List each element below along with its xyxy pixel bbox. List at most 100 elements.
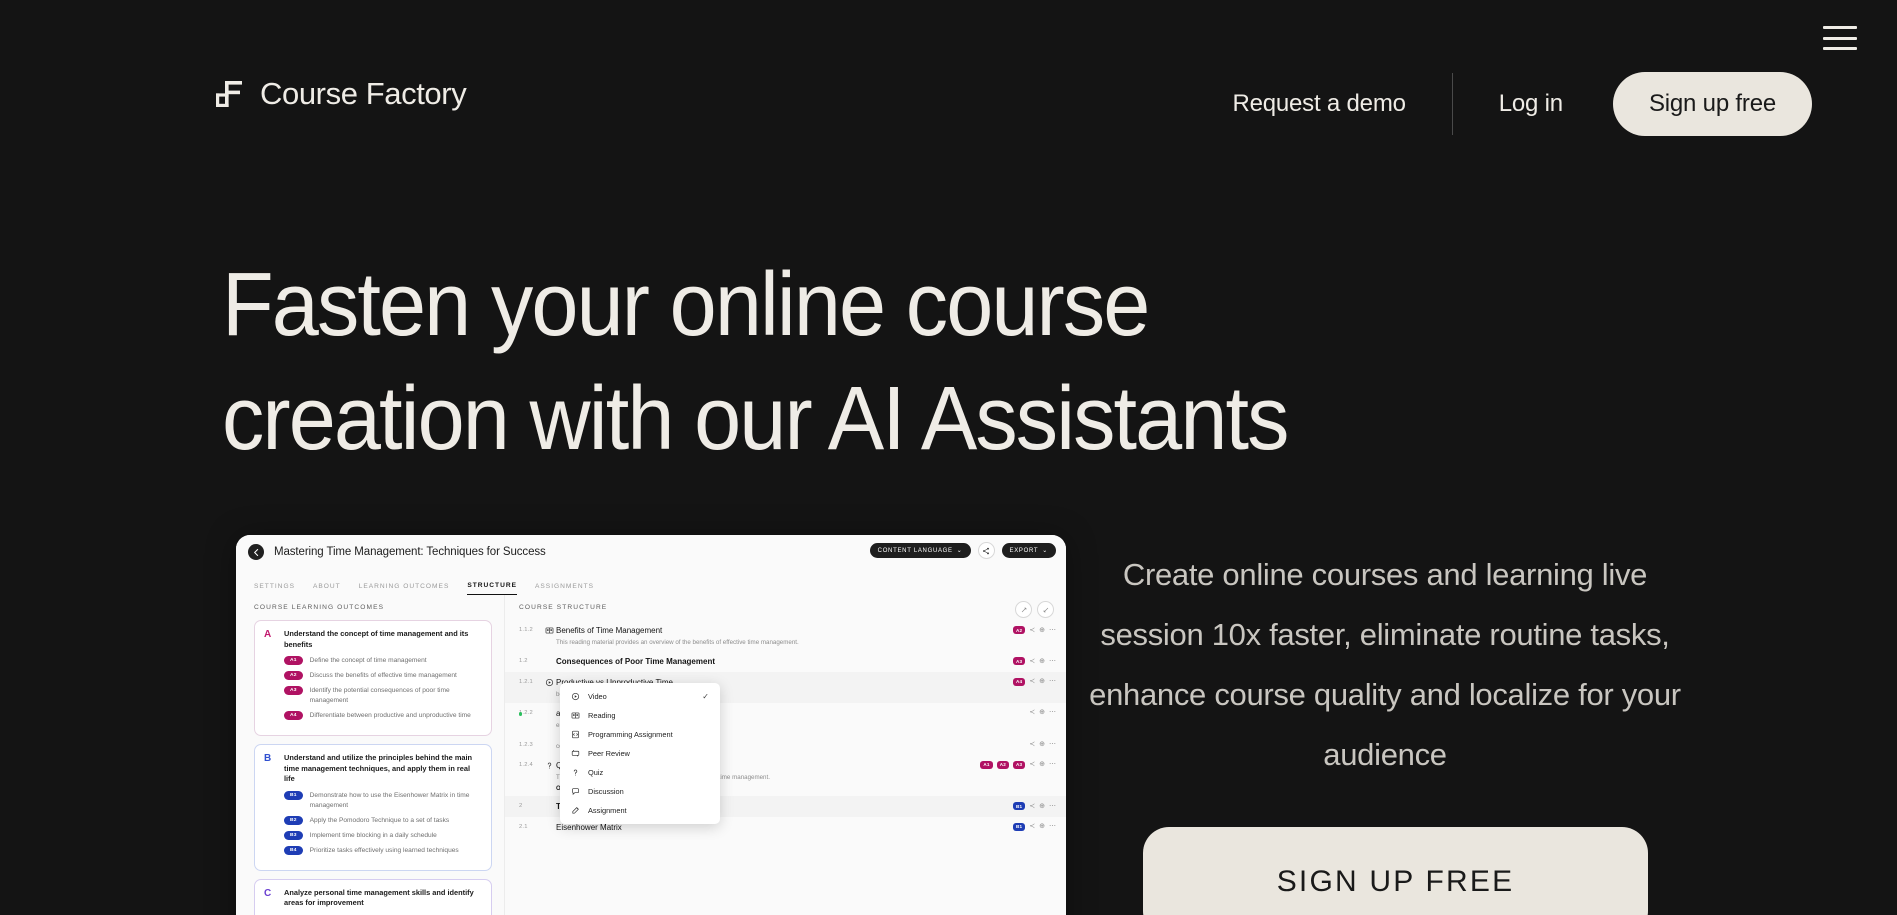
signup-free-button[interactable]: Sign up free bbox=[1612, 72, 1812, 136]
structure-tag: A2 bbox=[996, 760, 1009, 769]
collapse-glyph bbox=[1043, 607, 1048, 612]
structure-main: Consequences of Poor Time Management bbox=[556, 656, 1013, 667]
outcome-sub-item: B1 Demonstrate how to use the Eisenhower … bbox=[284, 791, 482, 811]
mockup-tab-settings[interactable]: SETTINGS bbox=[254, 583, 295, 595]
outcome-badge: A4 bbox=[284, 711, 303, 721]
dropdown-item-discussion[interactable]: Discussion bbox=[560, 782, 720, 801]
outcome-title: Understand and utilize the principles be… bbox=[284, 752, 473, 784]
chevron-down-icon: ⌄ bbox=[1042, 548, 1048, 554]
share-row-icon[interactable]: ≺ bbox=[1029, 658, 1035, 665]
outcome-sub-text: Implement time blocking in a daily sched… bbox=[309, 831, 437, 839]
add-row-icon[interactable]: ⊕ bbox=[1039, 627, 1045, 634]
cta-sign-up-free-button[interactable]: SIGN UP FREE bbox=[1143, 827, 1648, 915]
expand-icon[interactable] bbox=[1015, 601, 1032, 618]
more-row-icon[interactable]: ⋯ bbox=[1049, 761, 1056, 768]
video-icon bbox=[545, 678, 554, 686]
video-icon bbox=[571, 692, 580, 701]
structure-actions: A4 ≺ ⊕ ⋯ bbox=[1012, 677, 1056, 686]
collapse-icon[interactable] bbox=[1037, 601, 1054, 618]
mockup-tab-about[interactable]: ABOUT bbox=[313, 583, 341, 595]
add-row-icon[interactable]: ⊕ bbox=[1039, 803, 1045, 810]
structure-icon bbox=[545, 760, 556, 770]
outcome-sub-item: B3 Implement time blocking in a daily sch… bbox=[284, 830, 482, 841]
outcome-sub-text: Demonstrate how to use the Eisenhower Ma… bbox=[309, 792, 470, 810]
share-row-icon[interactable]: ≺ bbox=[1029, 741, 1035, 748]
structure-number: 1.2.2 bbox=[519, 710, 533, 717]
outcome-badge: A3 bbox=[284, 686, 303, 696]
brand-logo[interactable]: Course Factory bbox=[214, 76, 467, 112]
hamburger-line bbox=[1823, 36, 1857, 40]
structure-row[interactable]: 1.1.2 Benefits of Time Management This rea… bbox=[519, 620, 1056, 651]
dropdown-item-quiz[interactable]: Quiz bbox=[560, 763, 720, 782]
outcome-letter: A bbox=[264, 629, 272, 640]
outcome-card[interactable]: C Analyze personal time management skills… bbox=[254, 878, 492, 915]
share-row-icon[interactable]: ≺ bbox=[1029, 709, 1035, 716]
mockup-tab-structure[interactable]: STRUCTURE bbox=[467, 582, 518, 595]
more-row-icon[interactable]: ⋯ bbox=[1049, 823, 1056, 830]
structure-actions: B1 ≺ ⊕ ⋯ bbox=[1012, 801, 1056, 811]
more-row-icon[interactable]: ⋯ bbox=[1049, 803, 1056, 810]
hamburger-menu-icon[interactable] bbox=[1823, 26, 1857, 50]
structure-tag: A2 bbox=[1012, 626, 1026, 634]
panel-expand-buttons bbox=[1015, 601, 1054, 618]
structure-actions: B1 ≺ ⊕ ⋯ bbox=[1012, 822, 1056, 831]
dropdown-item-label: Quiz bbox=[588, 768, 604, 777]
dropdown-item-reading[interactable]: Reading bbox=[560, 706, 720, 725]
more-row-icon[interactable]: ⋯ bbox=[1049, 709, 1056, 716]
add-row-icon[interactable]: ⊕ bbox=[1039, 761, 1045, 768]
add-row-icon[interactable]: ⊕ bbox=[1039, 658, 1045, 665]
structure-actions: A3 ≺ ⊕ ⋯ bbox=[1012, 656, 1056, 666]
mockup-tab-assignments[interactable]: ASSIGNMENTS bbox=[535, 583, 594, 595]
dropdown-item-programming-assignment[interactable]: Programming Assignment bbox=[560, 725, 720, 744]
assignment-icon bbox=[572, 807, 579, 814]
structure-title: Consequences of Poor Time Management bbox=[556, 657, 715, 667]
outcome-sub-text: Differentiate between productive and unp… bbox=[309, 712, 471, 720]
hero-headline: Fasten your online course creation with … bbox=[222, 248, 1557, 476]
outcome-letter: C bbox=[264, 887, 272, 899]
outcome-card[interactable]: A Understand the concept of time manageme… bbox=[254, 620, 492, 736]
dropdown-item-peer-review[interactable]: Peer Review bbox=[560, 744, 720, 763]
add-row-icon[interactable]: ⊕ bbox=[1039, 823, 1045, 830]
nav-log-in[interactable]: Log in bbox=[1499, 90, 1563, 118]
share-icon[interactable] bbox=[977, 542, 995, 559]
export-dropdown[interactable]: EXPORT ⌄ bbox=[1001, 543, 1056, 558]
outcomes-list: A Understand the concept of time manageme… bbox=[254, 620, 492, 915]
back-arrow-glyph bbox=[253, 548, 258, 556]
share-row-icon[interactable]: ≺ bbox=[1029, 627, 1035, 634]
more-row-icon[interactable]: ⋯ bbox=[1049, 741, 1056, 748]
share-row-icon[interactable]: ≺ bbox=[1029, 823, 1035, 830]
outcome-badge: B3 bbox=[284, 830, 303, 840]
structure-icon bbox=[545, 656, 556, 657]
structure-icon bbox=[545, 740, 556, 741]
more-row-icon[interactable]: ⋯ bbox=[1049, 658, 1056, 665]
export-label: EXPORT bbox=[1009, 547, 1039, 554]
share-row-icon[interactable]: ≺ bbox=[1029, 678, 1035, 685]
share-row-icon[interactable]: ≺ bbox=[1029, 803, 1035, 810]
nav-divider bbox=[1451, 73, 1453, 135]
mockup-topbar: Mastering Time Management: Techniques fo… bbox=[236, 535, 1066, 569]
content-type-dropdown-menu: Video ✓ Reading Programming Assignment Peer … bbox=[560, 683, 720, 824]
structure-main: Benefits of Time Management This reading … bbox=[556, 625, 1013, 647]
add-row-icon[interactable]: ⊕ bbox=[1039, 741, 1045, 748]
more-row-icon[interactable]: ⋯ bbox=[1049, 627, 1056, 634]
structure-icon bbox=[545, 708, 556, 709]
dropdown-item-assignment[interactable]: Assignment bbox=[560, 801, 720, 820]
status-dot bbox=[519, 712, 523, 716]
discussion-icon bbox=[572, 788, 579, 795]
mockup-course-title: Mastering Time Management: Techniques fo… bbox=[274, 546, 546, 558]
add-row-icon[interactable]: ⊕ bbox=[1039, 678, 1045, 685]
outcome-card[interactable]: B Understand and utilize the principles b… bbox=[254, 743, 492, 871]
add-row-icon[interactable]: ⊕ bbox=[1039, 709, 1045, 716]
dropdown-item-label: Reading bbox=[588, 711, 616, 720]
mockup-tab-learning-outcomes[interactable]: LEARNING OUTCOMES bbox=[359, 583, 450, 595]
dropdown-item-video[interactable]: Video ✓ bbox=[560, 687, 720, 706]
outcome-sub-text: Define the concept of time management bbox=[309, 657, 427, 665]
content-language-dropdown[interactable]: CONTENT LANGUAGE ⌄ bbox=[869, 543, 971, 558]
more-row-icon[interactable]: ⋯ bbox=[1049, 678, 1056, 685]
share-row-icon[interactable]: ≺ bbox=[1029, 761, 1035, 768]
hero-headline-line-1: Fasten your online course bbox=[222, 255, 1150, 355]
back-arrow-icon[interactable] bbox=[248, 544, 264, 560]
nav-request-demo[interactable]: Request a demo bbox=[1232, 90, 1406, 118]
structure-row[interactable]: 1.2 Consequences of Poor Time Management A… bbox=[519, 651, 1056, 671]
dropdown-item-label: Peer Review bbox=[588, 749, 630, 758]
